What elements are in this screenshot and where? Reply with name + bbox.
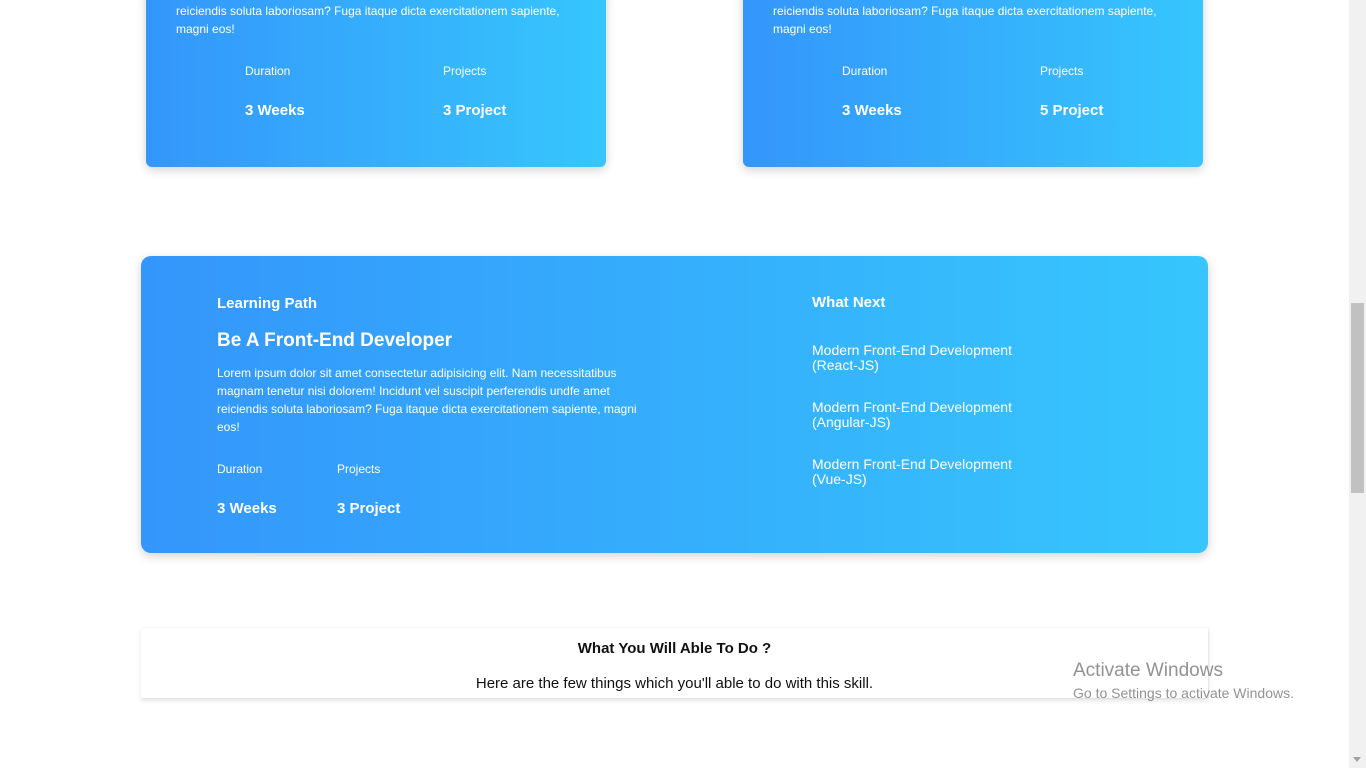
duration-value: 3 Weeks — [217, 500, 277, 517]
projects-value: 5 Project — [1040, 102, 1104, 119]
course-card-description: reiciendis soluta laboriosam? Fuga itaqu… — [176, 4, 560, 36]
scrollbar-thumb[interactable] — [1351, 303, 1364, 493]
course-card-left: reiciendis soluta laboriosam? Fuga itaqu… — [146, 0, 606, 167]
learning-path-description: Lorem ipsum dolor sit amet consectetur a… — [217, 366, 637, 434]
what-next-heading: What Next — [812, 294, 886, 311]
duration-label: Duration — [842, 64, 888, 78]
learning-path-title: Be A Front-End Developer — [217, 330, 453, 351]
projects-value: 3 Project — [443, 102, 507, 119]
what-next-item-angular[interactable]: Modern Front-End Development (Angular-JS… — [812, 400, 1022, 430]
scroll-down-arrow-icon[interactable] — [1353, 757, 1361, 762]
learning-path-card: Learning Path Be A Front-End Developer L… — [141, 256, 1208, 553]
projects-stat: Projects 3 Project — [443, 64, 506, 120]
vertical-scrollbar[interactable] — [1349, 0, 1366, 768]
what-next-item-react[interactable]: Modern Front-End Development (React-JS) — [812, 343, 1022, 373]
windows-activation-watermark: Activate Windows Go to Settings to activ… — [1073, 660, 1294, 702]
watermark-title: Activate Windows — [1073, 660, 1223, 681]
able-to-do-subtitle: Here are the few things which you'll abl… — [475, 675, 874, 692]
projects-value: 3 Project — [337, 500, 401, 517]
page: reiciendis soluta laboriosam? Fuga itaqu… — [0, 0, 1366, 768]
projects-label: Projects — [443, 64, 487, 78]
duration-value: 3 Weeks — [842, 102, 902, 119]
projects-label: Projects — [337, 462, 381, 476]
duration-stat: Duration 3 Weeks — [217, 462, 277, 518]
duration-value: 3 Weeks — [245, 102, 305, 119]
what-next-list: Modern Front-End Development (React-JS) … — [812, 343, 1022, 514]
duration-label: Duration — [245, 64, 291, 78]
duration-label: Duration — [217, 462, 263, 476]
watermark-subtitle: Go to Settings to activate Windows. — [1073, 685, 1294, 701]
course-card-right: reiciendis soluta laboriosam? Fuga itaqu… — [743, 0, 1203, 167]
what-next-item-vue[interactable]: Modern Front-End Development (Vue-JS) — [812, 457, 1022, 487]
able-to-do-title: What You Will Able To Do ? — [577, 640, 772, 657]
duration-stat: Duration 3 Weeks — [842, 64, 902, 120]
projects-label: Projects — [1040, 64, 1084, 78]
duration-stat: Duration 3 Weeks — [245, 64, 305, 120]
learning-path-heading: Learning Path — [217, 295, 318, 312]
course-card-description: reiciendis soluta laboriosam? Fuga itaqu… — [773, 4, 1157, 36]
able-to-do-section: What You Will Able To Do ? Here are the … — [141, 628, 1208, 698]
projects-stat: Projects 5 Project — [1040, 64, 1103, 120]
projects-stat: Projects 3 Project — [337, 462, 400, 518]
